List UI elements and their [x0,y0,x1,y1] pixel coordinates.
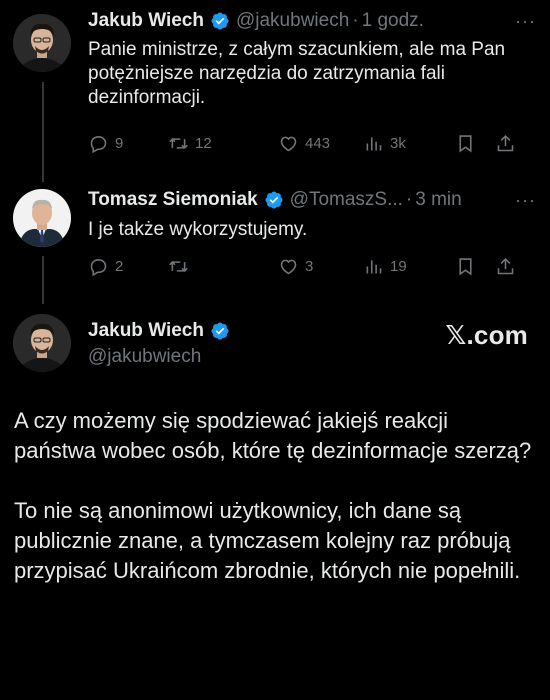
tweet-2-header: Tomasz Siemoniak @TomaszS... · 3 min [88,189,462,211]
author-name[interactable]: Jakub Wiech [88,320,204,342]
xcom-watermark: 𝕏.com [445,320,528,350]
share-button[interactable] [495,133,525,154]
verified-icon [264,190,284,210]
share-button[interactable] [495,256,525,277]
separator: · [405,189,413,210]
avatar-tomasz-siemoniak[interactable] [13,189,71,247]
tweet-2-actions: 2 3 19 [88,256,536,277]
retweet-button[interactable] [168,256,278,277]
more-icon[interactable]: ··· [515,190,536,211]
like-icon [280,136,297,152]
avatar-jakub-icon [13,14,71,72]
tweet-3-paragraph-2: To nie są anonimowi użytkownicy, ich dan… [14,498,521,583]
timestamp[interactable]: 1 godz. [362,10,424,32]
views-button[interactable]: 19 [363,256,455,277]
thread-line-2 [42,256,44,304]
retweet-icon [169,138,188,149]
like-count: 3 [305,258,314,275]
share-icon [497,257,514,275]
tweet-3-paragraph-1: A czy możemy się spodziewać jakiejś reak… [14,408,532,463]
more-icon[interactable]: ··· [515,11,536,32]
bookmark-button[interactable] [455,133,495,154]
bookmark-icon [459,258,472,276]
reply-button[interactable]: 9 [88,133,168,154]
tweet-1-actions: 9 12 443 3k [88,133,536,154]
verified-icon [210,11,230,31]
like-button[interactable]: 3 [278,256,363,277]
thread: Jakub Wiech @jakubwiech · 1 godz. ··· Pa… [0,0,550,700]
avatar-jakub-wiech[interactable] [13,14,71,72]
author-name-row: Jakub Wiech [88,320,236,342]
bookmark-icon [459,135,472,153]
tweet-2-text: I je także wykorzystujemy. [88,219,308,240]
like-button[interactable]: 443 [278,133,363,154]
bookmark-button[interactable] [455,256,495,277]
reply-icon [90,259,107,277]
thread-line-1 [42,82,44,182]
separator: · [352,10,359,31]
reply-count: 9 [115,135,124,152]
retweet-button[interactable]: 12 [168,133,278,154]
avatar-jakub-wiech[interactable] [13,314,71,372]
tweet-3-body: A czy możemy się spodziewać jakiejś reak… [14,406,536,616]
author-handle[interactable]: @TomaszS... [290,189,403,211]
share-icon [497,134,514,152]
views-icon [366,260,382,274]
retweet-icon [169,261,188,272]
author-name[interactable]: Tomasz Siemoniak [88,189,258,211]
timestamp[interactable]: 3 min [415,189,461,211]
verified-icon [210,321,230,341]
author-name[interactable]: Jakub Wiech [88,10,204,32]
reply-button[interactable]: 2 [88,256,168,277]
avatar-tomasz-icon [13,189,71,247]
author-handle[interactable]: @jakubwiech [88,346,236,368]
views-button[interactable]: 3k [363,133,455,154]
avatar-jakub-icon [13,314,71,372]
reply-count: 2 [115,258,124,275]
views-count: 3k [390,135,406,152]
like-count: 443 [305,135,331,152]
tweet-1-header: Jakub Wiech @jakubwiech · 1 godz. [88,10,424,32]
views-icon [366,137,382,151]
reply-icon [90,136,107,154]
views-count: 19 [390,258,407,275]
tweet-1-text: Panie ministrze, z całym szacunkiem, ale… [88,39,506,108]
retweet-count: 12 [195,135,212,152]
like-icon [280,259,297,275]
tweet-3-header: Jakub Wiech @jakubwiech [88,320,236,368]
author-handle[interactable]: @jakubwiech [236,10,349,32]
